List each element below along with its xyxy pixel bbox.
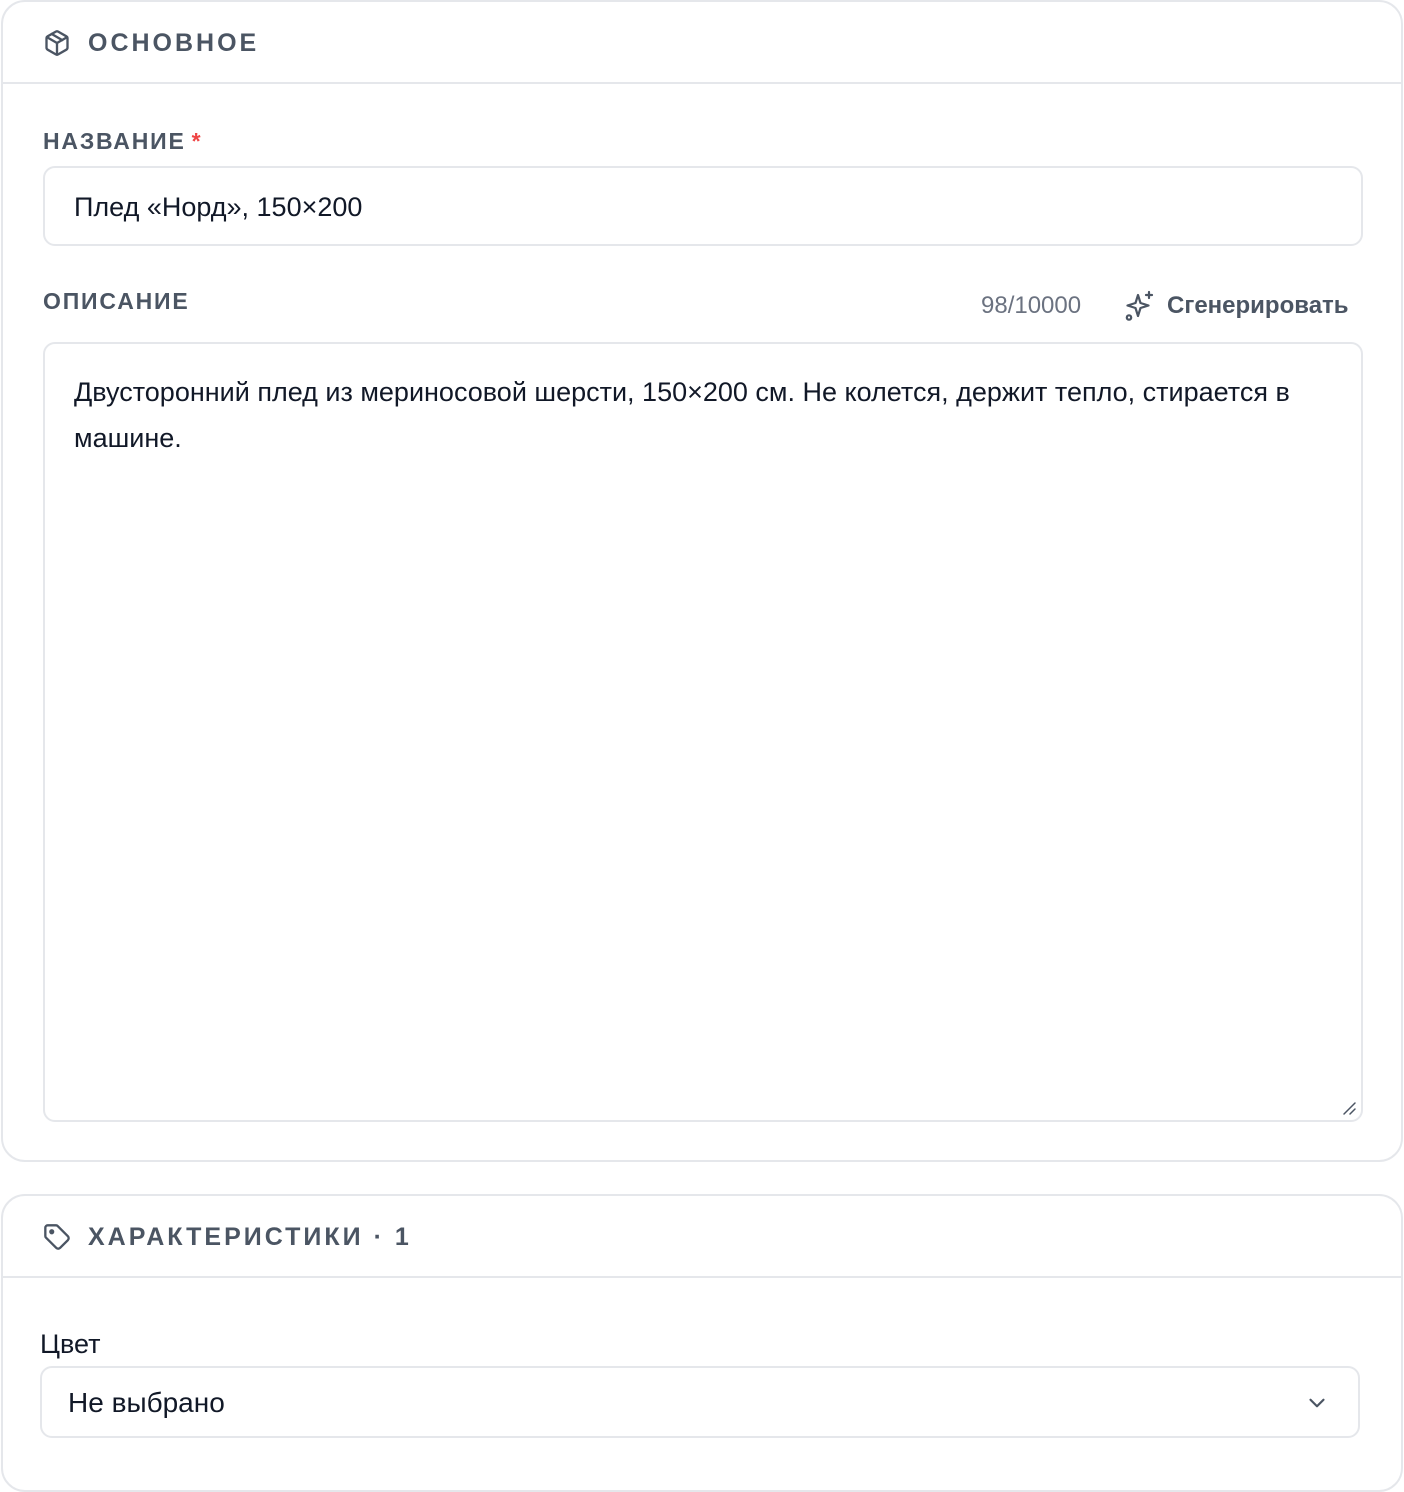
basic-section-title: ОСНОВНОЕ <box>88 29 260 57</box>
name-input[interactable]: Плед «Норд», 150×200 <box>43 166 1363 246</box>
basic-section-card: ОСНОВНОЕ НАЗВАНИЕ * Плед «Норд», 150×200 … <box>1 0 1403 1162</box>
required-mark: * <box>191 128 203 154</box>
resize-handle-icon[interactable] <box>1341 1100 1357 1116</box>
description-field-label: ОПИСАНИЕ <box>43 288 190 314</box>
package-icon <box>45 30 69 56</box>
specs-section-card: ХАРАКТЕРИСТИКИ · 1 <box>1 1194 1403 1492</box>
name-field-label: НАЗВАНИЕ * <box>43 127 202 155</box>
basic-section-header: ОСНОВНОЕ <box>3 2 1401 84</box>
description-textarea[interactable]: Двусторонний плед из мериносовой шерсти,… <box>43 342 1363 1122</box>
name-label-text: НАЗВАНИЕ <box>43 128 186 154</box>
color-select-value: Не выбрано <box>68 1387 225 1418</box>
generate-button-label: Сгенерировать <box>1167 292 1349 319</box>
sparkles-icon <box>1125 290 1154 321</box>
name-input-value: Плед «Норд», 150×200 <box>74 192 363 222</box>
description-char-counter: 98/10000 <box>981 292 1082 319</box>
description-text: Двусторонний плед из мериносовой шерсти,… <box>74 377 1290 453</box>
tag-icon <box>44 1224 70 1250</box>
color-select[interactable]: Не выбрано <box>40 1366 1360 1438</box>
specs-section-title: ХАРАКТЕРИСТИКИ · 1 <box>88 1223 412 1251</box>
color-field-label: Цвет <box>40 1329 101 1359</box>
chevron-down-icon <box>1309 1398 1325 1408</box>
generate-button[interactable]: Сгенерировать <box>1119 285 1357 327</box>
specs-section-header: ХАРАКТЕРИСТИКИ · 1 <box>3 1196 1401 1278</box>
